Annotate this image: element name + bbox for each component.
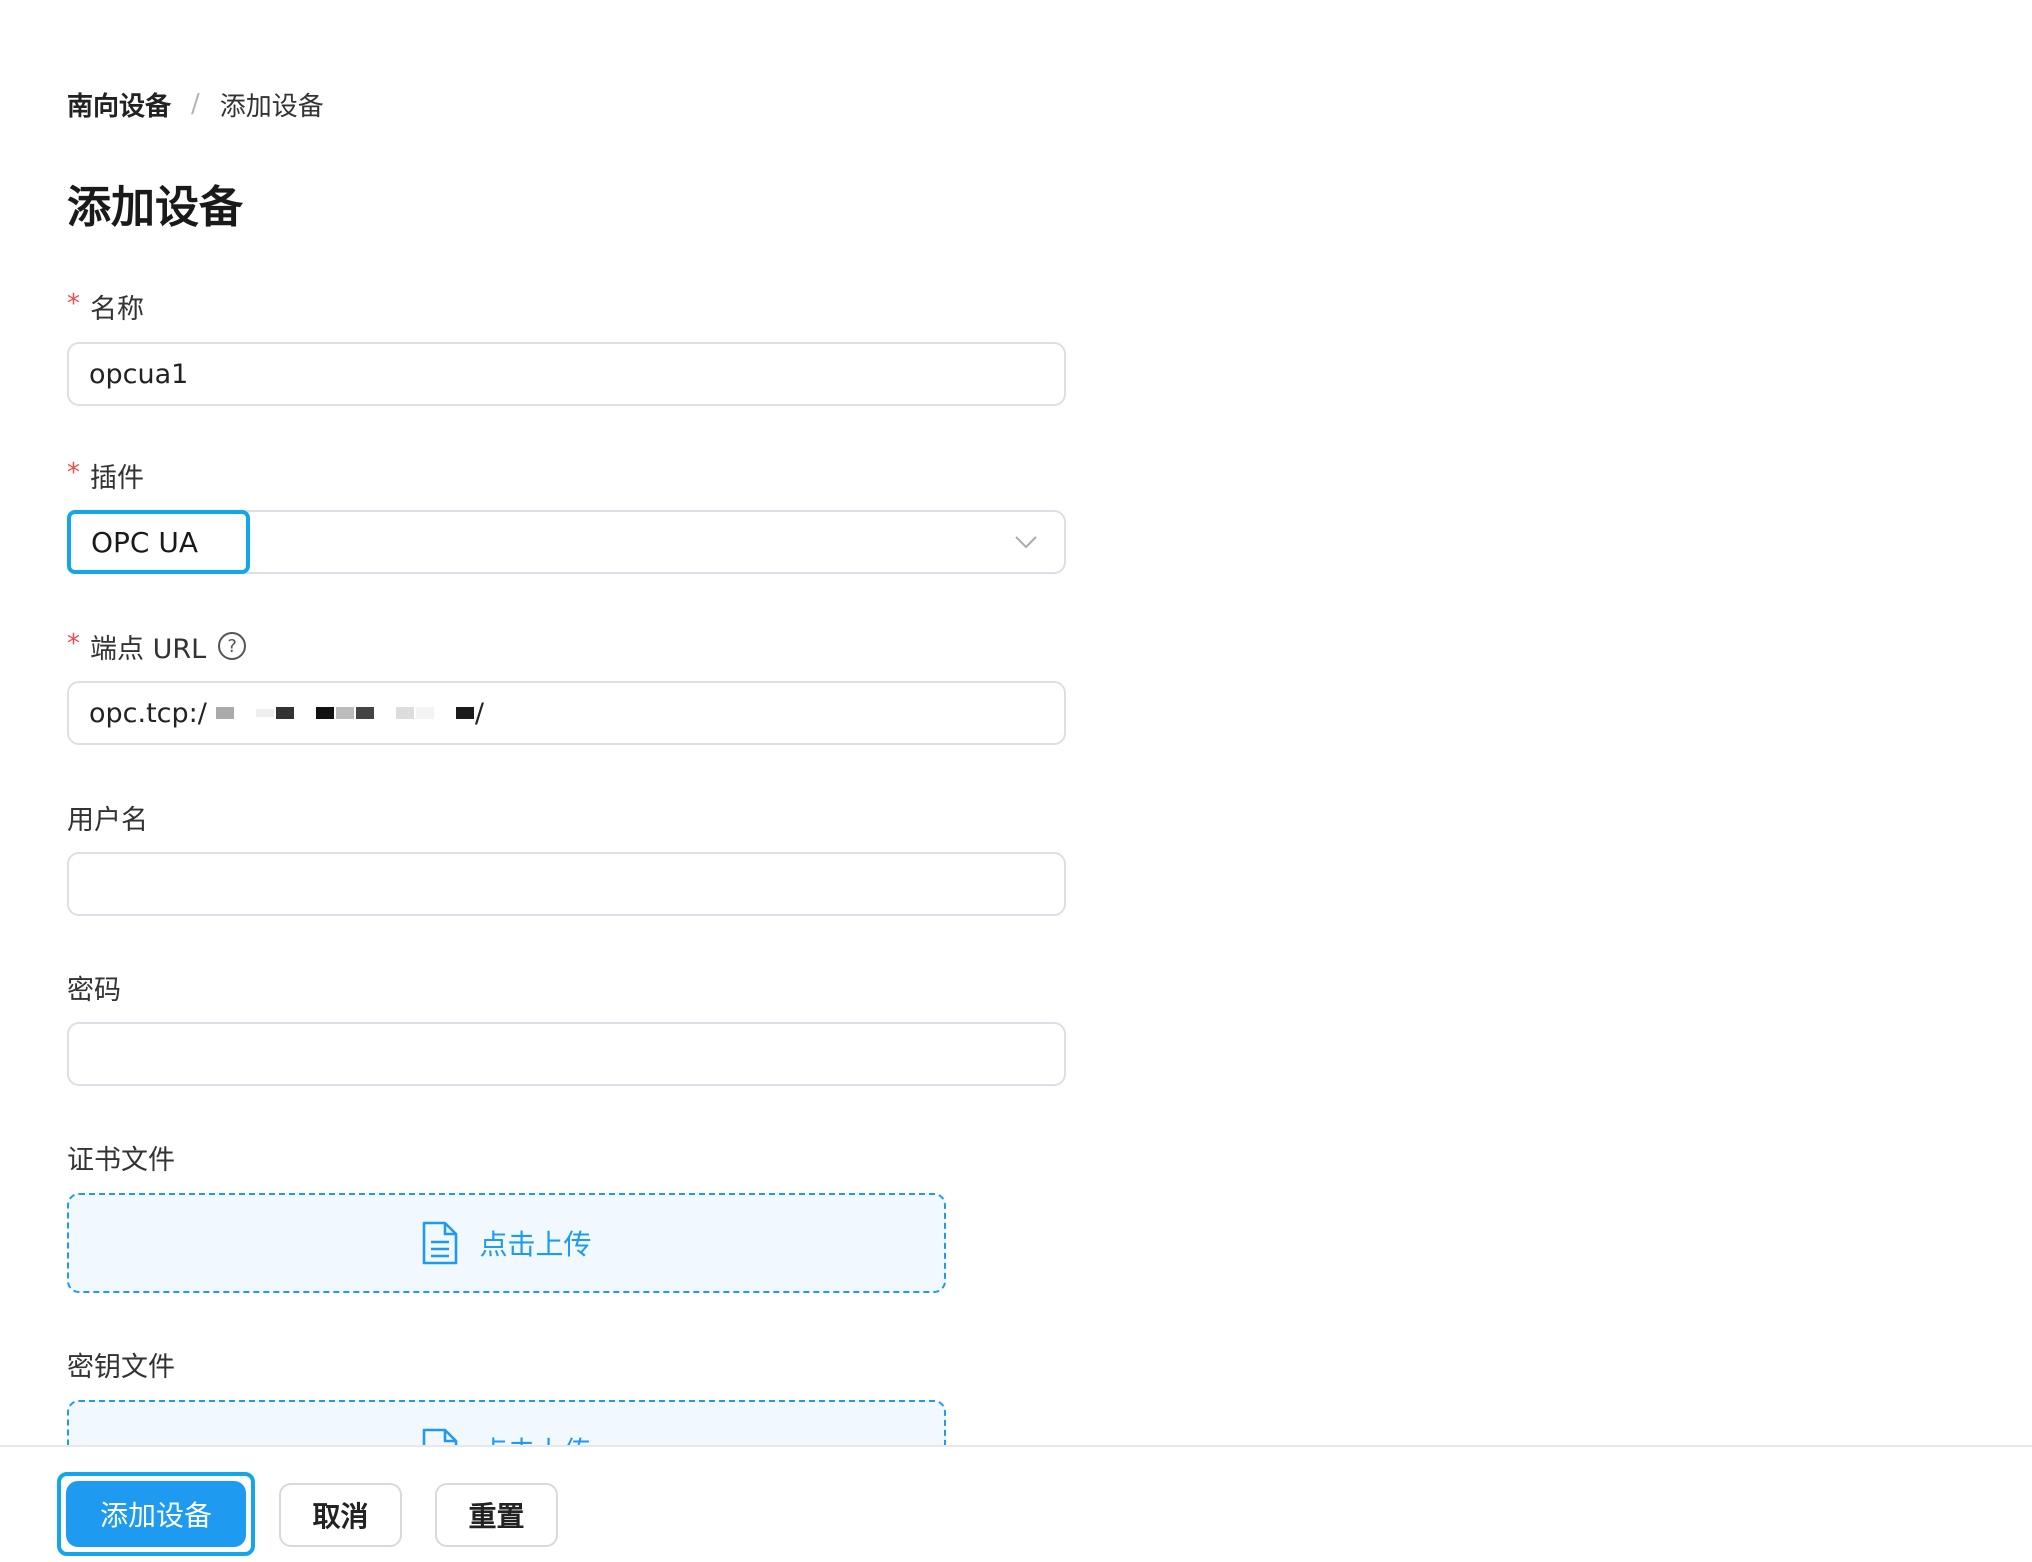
chevron-down-icon[interactable] <box>1012 528 1040 556</box>
username-input[interactable] <box>67 852 1066 916</box>
plugin-select[interactable]: OPC UA <box>67 510 1066 574</box>
cert-upload-text: 点击上传 <box>479 1228 592 1261</box>
cert-file-label-text: 证书文件 <box>67 1144 175 1176</box>
key-file-label-text: 密钥文件 <box>67 1351 175 1383</box>
endpoint-url-label: * 端点 URL ? <box>67 626 247 666</box>
name-input-value: opcua1 <box>89 358 189 390</box>
endpoint-url-value-prefix: opc.tcp:/ <box>89 697 207 729</box>
page-title: 添加设备 <box>67 182 243 233</box>
cert-file-label: 证书文件 <box>67 1137 175 1177</box>
required-mark: * <box>67 458 80 488</box>
form-action-bar: 添加设备 取消 重置 <box>0 1445 2032 1562</box>
required-mark: * <box>67 629 80 659</box>
password-label: 密码 <box>67 967 121 1007</box>
username-label: 用户名 <box>67 797 148 837</box>
redacted-address <box>215 707 475 719</box>
breadcrumb-south-devices-link[interactable]: 南向设备 <box>67 86 171 123</box>
breadcrumb-current: 添加设备 <box>219 91 324 122</box>
required-mark: * <box>67 289 80 319</box>
file-icon <box>423 1221 458 1265</box>
key-file-label: 密钥文件 <box>67 1344 175 1384</box>
breadcrumb-separator: / <box>191 89 200 119</box>
add-device-submit-button[interactable]: 添加设备 <box>66 1481 246 1547</box>
username-label-text: 用户名 <box>67 804 148 836</box>
plugin-label: * 插件 <box>67 455 144 495</box>
plugin-select-value[interactable]: OPC UA <box>67 510 250 574</box>
file-icon <box>423 1428 458 1445</box>
endpoint-url-value-suffix: / <box>474 697 484 729</box>
breadcrumb: 南向设备 / 添加设备 <box>67 84 324 124</box>
question-circle-icon[interactable]: ? <box>218 632 247 660</box>
name-label: * 名称 <box>67 286 144 326</box>
cert-file-upload[interactable]: 点击上传 <box>67 1193 946 1293</box>
password-label-text: 密码 <box>67 974 121 1006</box>
reset-button[interactable]: 重置 <box>435 1483 558 1547</box>
cancel-button[interactable]: 取消 <box>279 1483 402 1547</box>
endpoint-url-label-text: 端点 URL <box>90 633 207 665</box>
password-input[interactable] <box>67 1022 1066 1086</box>
key-file-upload[interactable]: 点击上传 <box>67 1400 946 1445</box>
endpoint-url-input[interactable]: opc.tcp:/ / <box>67 681 1066 745</box>
name-label-text: 名称 <box>90 293 144 325</box>
key-upload-text: 点击上传 <box>479 1430 591 1445</box>
plugin-label-text: 插件 <box>90 462 144 494</box>
name-input[interactable]: opcua1 <box>67 342 1066 406</box>
